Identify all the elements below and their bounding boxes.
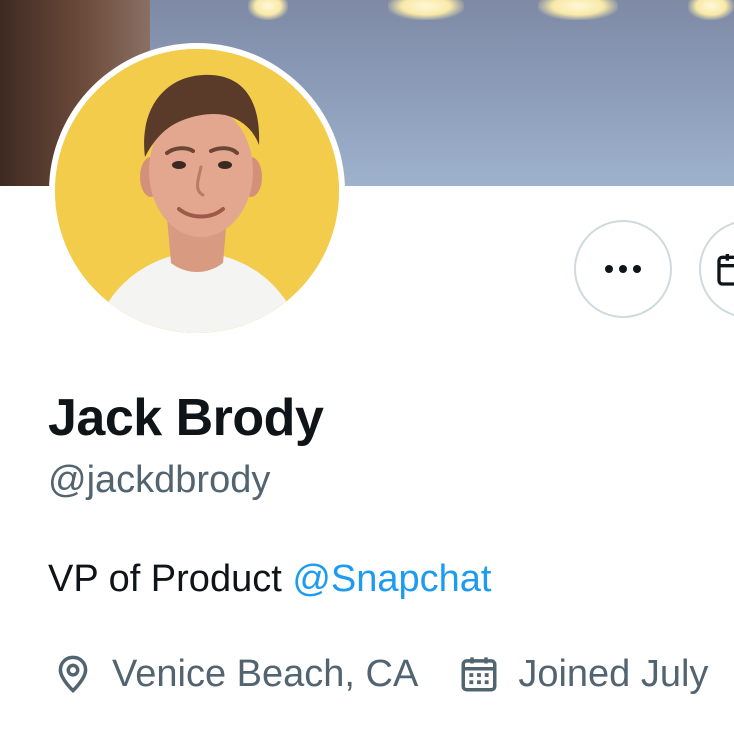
location-label: Venice Beach, CA — [112, 652, 419, 695]
bio-mention-link[interactable]: @Snapchat — [292, 558, 491, 600]
profile-bio: VP of Product @Snapchat — [48, 558, 491, 601]
joined-item: Joined July — [458, 653, 708, 696]
calendar-icon — [717, 254, 734, 286]
more-horizontal-icon — [605, 265, 641, 273]
banner-light — [248, 0, 288, 20]
location-item: Venice Beach, CA — [52, 653, 418, 696]
joined-date-label: Joined July — [518, 652, 709, 695]
profile-meta: Venice Beach, CA Joined July — [52, 644, 708, 704]
profile-name: Jack Brody — [48, 389, 324, 447]
avatar-photo — [55, 49, 339, 333]
profile-handle: @jackdbrody — [48, 459, 271, 501]
bio-text: VP of Product — [48, 558, 293, 600]
more-options-button[interactable] — [574, 220, 672, 318]
calendar-icon — [461, 657, 497, 692]
location-pin-icon — [58, 655, 88, 694]
profile-page: Jack Brody @jackdbrody VP of Product @Sn… — [0, 0, 734, 734]
banner-light — [688, 0, 734, 20]
avatar-portrait-illustration — [55, 49, 339, 333]
banner-light — [388, 0, 464, 20]
banner-light — [538, 0, 618, 20]
profile-avatar[interactable] — [49, 43, 345, 339]
calendar-button[interactable] — [699, 220, 734, 318]
